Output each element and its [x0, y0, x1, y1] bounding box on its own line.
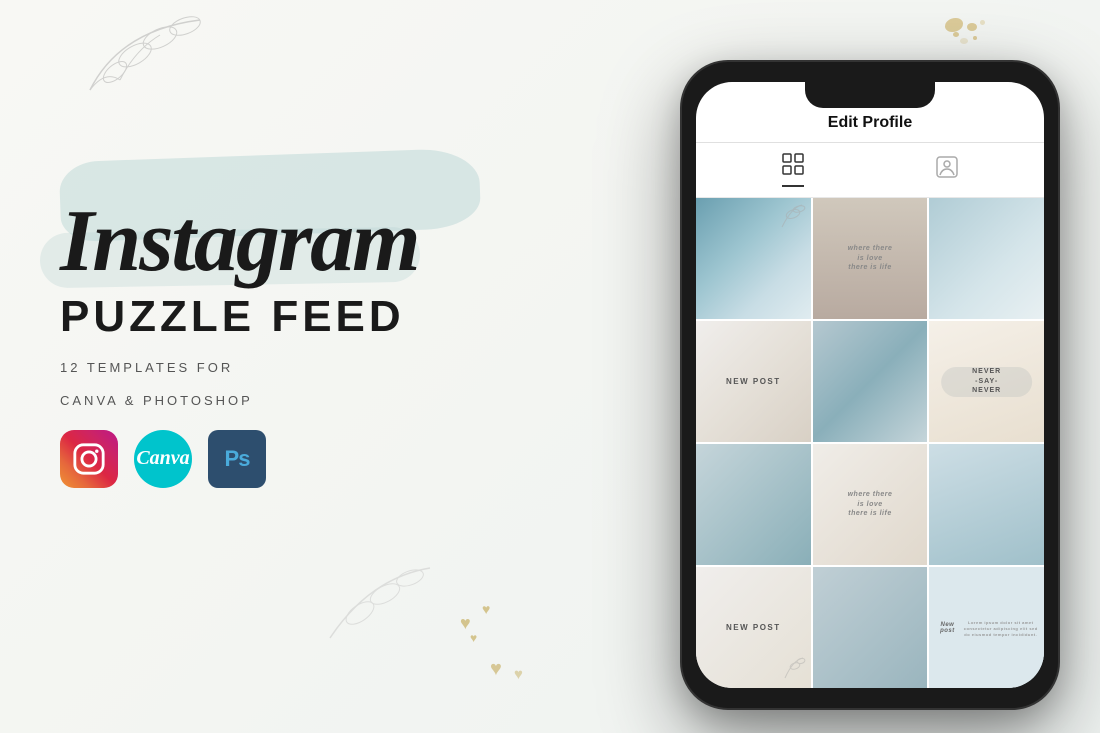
profile-tab[interactable] — [936, 156, 958, 184]
grid-cell-5 — [813, 321, 928, 442]
grid-cell-12: New post Lorem ipsum dolor sit amet cons… — [929, 567, 1044, 688]
grid-cell-11 — [813, 567, 928, 688]
grid-cell-8: where thereis lovethere is life — [813, 444, 928, 565]
grid-cell-4: NEW POST — [696, 321, 811, 442]
instagram-icon — [60, 430, 118, 488]
templates-line2: CANVA & PHOTOSHOP — [60, 393, 590, 408]
grid-cell-1 — [696, 198, 811, 319]
screen-title: Edit Profile — [716, 114, 1024, 132]
app-icons-row: Canva Ps — [60, 430, 590, 488]
screen-tabs[interactable] — [696, 143, 1044, 198]
phone-screen: Edit Profile — [696, 82, 1044, 688]
leaf-decoration-top-left — [80, 10, 240, 115]
main-title: Instagram — [60, 200, 590, 284]
canva-icon: Canva — [134, 430, 192, 488]
instagram-grid: where thereis lovethere is life — [696, 198, 1044, 688]
left-content-area: Instagram PUZZLE FEED 12 TEMPLATES FOR C… — [60, 200, 590, 488]
grid-cell-3 — [929, 198, 1044, 319]
leaf-decoration-bottom — [320, 558, 440, 653]
phone-mockup: Edit Profile — [680, 60, 1070, 720]
subtitle: PUZZLE FEED — [60, 292, 590, 342]
grid-tab[interactable] — [782, 153, 804, 187]
grid-cell-9 — [929, 444, 1044, 565]
photoshop-icon: Ps — [208, 430, 266, 488]
grid-cell-2: where thereis lovethere is life — [813, 198, 928, 319]
screen-content: Edit Profile — [696, 82, 1044, 688]
phone-frame: Edit Profile — [680, 60, 1060, 710]
templates-line1: 12 TEMPLATES FOR — [60, 360, 590, 375]
grid-cell-10: NEW POST — [696, 567, 811, 688]
grid-cell-7 — [696, 444, 811, 565]
phone-notch — [805, 82, 935, 108]
grid-cell-6: NEVER-SAY-NEVER — [929, 321, 1044, 442]
